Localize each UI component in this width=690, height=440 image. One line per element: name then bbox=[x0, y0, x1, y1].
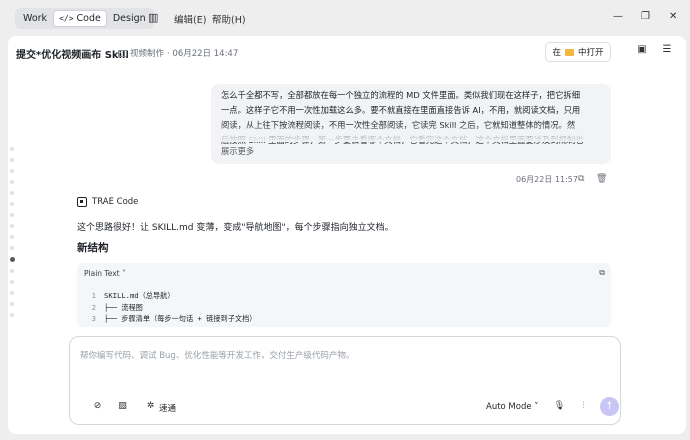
copy-icon[interactable]: ⧉ bbox=[578, 174, 584, 184]
assistant-text: 这个思路很好！让 SKILL.md 变薄，变成"导航地图"，每个步骤指向独立文档… bbox=[77, 223, 394, 233]
code-lines: 1 SKILL.md（总导航） 2 ├── 流程图 3 ├── 步骤清单（每步一句话 … bbox=[77, 290, 257, 325]
sidebar-toggle-icon[interactable]: ▥ bbox=[148, 11, 158, 24]
microphone-icon[interactable]: 🎙 bbox=[553, 401, 566, 414]
restore-icon[interactable]: ❐ bbox=[641, 11, 650, 22]
trash-icon[interactable]: 🗑 bbox=[596, 174, 607, 184]
open-in-button[interactable]: 在 中打开 bbox=[545, 42, 611, 62]
code-line: 1 SKILL.md（总导航） bbox=[91, 291, 175, 300]
minimize-icon[interactable]: — bbox=[613, 11, 623, 22]
mode-switch: Work </> Code Design bbox=[15, 8, 154, 29]
assistant-name: TRAE Code bbox=[92, 197, 139, 207]
user-message-line: 怎么千全都不写，全部都放在每一个独立的流程的 MD 文件里面。类似我们现在这样子… bbox=[221, 90, 580, 100]
mode-code-tab[interactable]: </> Code bbox=[53, 10, 107, 27]
copy-icon[interactable]: ⧉ bbox=[599, 268, 605, 278]
conversation-scroll-indicator[interactable] bbox=[10, 147, 16, 324]
show-more-link[interactable]: 展示更多 bbox=[221, 144, 254, 159]
mode-design-label: Design bbox=[112, 13, 146, 24]
settings-sliders-icon[interactable]: ☰ bbox=[660, 44, 674, 58]
crumb-date: · 06月22日 14:47 bbox=[167, 49, 239, 59]
menu-help[interactable]: 帮助(H) bbox=[212, 12, 246, 26]
mode-dropdown[interactable]: Auto Mode ˅ bbox=[486, 402, 539, 412]
assistant-label: TRAE Code bbox=[77, 197, 138, 207]
crumb-folder[interactable]: 视频制作 bbox=[130, 47, 164, 59]
skill-icon[interactable]: ✲ bbox=[144, 401, 157, 414]
code-line: 3 ├── 步骤清单（每步一句话 + 链接到子文档） bbox=[91, 314, 257, 323]
preview-icon[interactable]: ▣ bbox=[635, 44, 649, 58]
mode-work-tab[interactable]: Work bbox=[17, 10, 53, 27]
conversation-header: 提交*优化视频画布 Skill 视频制作 · 06月22日 14:47 在 中打… bbox=[8, 36, 686, 68]
code-language-select[interactable]: Plain Text ˅ bbox=[84, 269, 126, 278]
mode-code-label: Code bbox=[76, 13, 101, 24]
message-timestamp: 06月22日 11:57 bbox=[516, 175, 578, 184]
attach-file-icon[interactable]: ⊘ bbox=[91, 401, 104, 414]
conversation-title: 提交*优化视频画布 Skill bbox=[16, 50, 129, 61]
code-icon: </> bbox=[59, 14, 74, 23]
chat-input-box[interactable]: 帮你编写代码、调试 Bug、优化性能等开发工作，交付生产级代码产物。 ⊘ ▨ ✲… bbox=[69, 336, 621, 425]
breadcrumb: 视频制作 · 06月22日 14:47 bbox=[118, 47, 238, 59]
user-message-bubble: 怎么千全都不写，全部都放在每一个独立的流程的 MD 文件里面。类似我们现在这样子… bbox=[211, 84, 611, 164]
image-icon[interactable]: ▨ bbox=[116, 401, 129, 414]
trae-logo-icon bbox=[77, 197, 87, 207]
close-icon[interactable]: ✕ bbox=[669, 11, 677, 22]
title-bar: Work </> Code Design ▥ 编辑(E) 帮助(H) — ❐ ✕ bbox=[0, 0, 690, 36]
mode-work-label: Work bbox=[23, 13, 48, 24]
voice-wave-icon[interactable]: ⫶ bbox=[577, 401, 590, 414]
open-in-label: 中打开 bbox=[578, 48, 604, 58]
send-button[interactable]: ↑ bbox=[600, 397, 619, 416]
mode-design-tab[interactable]: Design bbox=[107, 10, 152, 27]
user-message-line: 一点。这样子它不用一次性加载这么多。要不就直接在里面直接告诉 AI，不用，就阅读… bbox=[221, 105, 581, 115]
open-in-prefix: 在 bbox=[552, 48, 561, 58]
code-line: 2 ├── 流程图 bbox=[91, 302, 143, 312]
code-block: Plain Text ˅ ⧉ 1 SKILL.md（总导航） 2 ├── 流程图 3… bbox=[77, 263, 611, 327]
folder-icon bbox=[118, 49, 127, 57]
quick-tool-label[interactable]: 速通 bbox=[159, 402, 176, 414]
chat-input-placeholder[interactable]: 帮你编写代码、调试 Bug、优化性能等开发工作，交付生产级代码产物。 bbox=[80, 349, 354, 361]
menu-edit[interactable]: 编辑(E) bbox=[174, 12, 206, 26]
folder-icon bbox=[565, 48, 574, 56]
main-panel: 提交*优化视频画布 Skill 视频制作 · 06月22日 14:47 在 中打… bbox=[8, 36, 686, 434]
assistant-heading: 新结构 bbox=[77, 242, 109, 254]
